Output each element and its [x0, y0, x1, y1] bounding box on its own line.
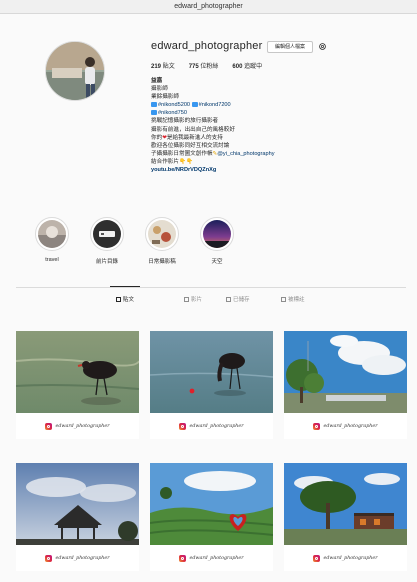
highlight-cover-image	[38, 220, 66, 248]
post-watermark: edward_photographer	[16, 547, 139, 569]
post-photo	[284, 463, 407, 545]
bio-line: 結合作影片👇👇	[151, 158, 193, 165]
camera-icon	[151, 110, 157, 116]
post-photo	[284, 331, 407, 413]
post-photo	[150, 331, 273, 413]
grid-icon	[116, 297, 121, 302]
post-watermark: edward_photographer	[284, 415, 407, 437]
bio-line: 挑戰記憶攝影的旅行攝影者	[151, 118, 219, 125]
following-count[interactable]: 600 追蹤中	[232, 61, 262, 70]
highlight-label: travel	[45, 257, 59, 263]
story-highlight[interactable]: 前片目錄	[86, 217, 128, 265]
settings-gear-icon[interactable]	[318, 42, 327, 51]
instagram-icon	[179, 554, 187, 562]
video-icon	[184, 297, 189, 302]
tab-videos[interactable]: 影片	[184, 295, 202, 303]
post-thumbnail[interactable]: edward_photographer	[150, 331, 273, 439]
instagram-icon	[313, 554, 321, 562]
mention-link[interactable]: @yi_chia_photography	[217, 151, 274, 157]
post-thumbnail[interactable]: edward_photographer	[150, 463, 273, 571]
bio-line: 業餘攝影師	[151, 94, 179, 101]
profile-avatar[interactable]	[45, 41, 105, 101]
highlight-cover-image	[93, 220, 121, 248]
bio-camera-line: #nikond750	[151, 109, 351, 117]
camera-icon	[151, 102, 157, 108]
post-photo	[16, 331, 139, 413]
highlight-label: 天空	[211, 259, 223, 265]
profile-bio: 益嘉 攝影師 業餘攝影師 #nikond5200 #nikond7200 #ni…	[151, 77, 351, 174]
profile-tabs: 貼文 影片 已儲存 被標註	[16, 286, 406, 307]
post-photo	[150, 463, 273, 545]
bio-line: 攝影師	[151, 86, 168, 93]
window-title: edward_photographer	[174, 3, 243, 10]
followers-count[interactable]: 775 位粉絲	[189, 61, 219, 70]
hashtag-link[interactable]: #nikond750	[158, 110, 187, 116]
story-highlight[interactable]: 日常攝影稿	[141, 217, 183, 265]
bio-name: 益嘉	[151, 78, 163, 84]
profile-website-link[interactable]: youtu.be/NRDrVDQZnXg	[151, 166, 351, 174]
bio-line: 歡迎各位攝影同好互相交流討論	[151, 142, 230, 149]
profile-stats: 219 貼文 775 位粉絲 600 追蹤中	[151, 61, 262, 70]
post-watermark: edward_photographer	[150, 547, 273, 569]
post-photo	[16, 463, 139, 545]
avatar-photo	[46, 42, 104, 100]
hashtag-link[interactable]: #nikond7200	[199, 102, 231, 108]
bio-line: 攝影有前進，出出自己的風格較好	[151, 126, 235, 133]
profile-username: edward_photographer	[151, 40, 263, 52]
bio-camera-line: #nikond5200 #nikond7200	[151, 101, 351, 109]
highlight-cover-image	[148, 220, 176, 248]
post-thumbnail[interactable]: edward_photographer	[16, 463, 139, 571]
edit-profile-button[interactable]: 編輯個人檔案	[267, 41, 313, 53]
instagram-icon	[45, 422, 53, 430]
pointing-emoji-icon: 👇👇	[178, 158, 193, 165]
tab-tagged[interactable]: 被標註	[281, 295, 305, 303]
highlight-cover-image	[203, 220, 231, 248]
story-highlight[interactable]: 天空	[196, 217, 238, 265]
tab-posts[interactable]: 貼文	[109, 286, 141, 303]
posts-count[interactable]: 219 貼文	[151, 61, 175, 70]
hashtag-link[interactable]: #nikond5200	[158, 102, 190, 108]
bio-line: 子攝攝影日常圖文創作帳✎@yi_chia_photography	[151, 150, 275, 157]
post-thumbnail[interactable]: edward_photographer	[284, 463, 407, 571]
highlight-label: 前片目錄	[95, 259, 118, 265]
tab-saved[interactable]: 已儲存	[226, 295, 250, 303]
instagram-icon	[313, 422, 321, 430]
highlight-label: 日常攝影稿	[148, 259, 176, 265]
post-watermark: edward_photographer	[284, 547, 407, 569]
window-title-bar: edward_photographer	[0, 0, 417, 14]
instagram-icon	[179, 422, 187, 430]
instagram-icon	[45, 554, 53, 562]
camera-icon	[191, 102, 198, 108]
bio-line: 你的❤是給我最新進人的支持	[151, 134, 223, 141]
post-watermark: edward_photographer	[150, 415, 273, 437]
story-highlight[interactable]: travel	[31, 217, 73, 263]
post-thumbnail[interactable]: edward_photographer	[284, 331, 407, 439]
tag-person-icon	[281, 297, 286, 302]
post-watermark: edward_photographer	[16, 415, 139, 437]
bookmark-icon	[226, 297, 231, 302]
post-thumbnail[interactable]: edward_photographer	[16, 331, 139, 439]
